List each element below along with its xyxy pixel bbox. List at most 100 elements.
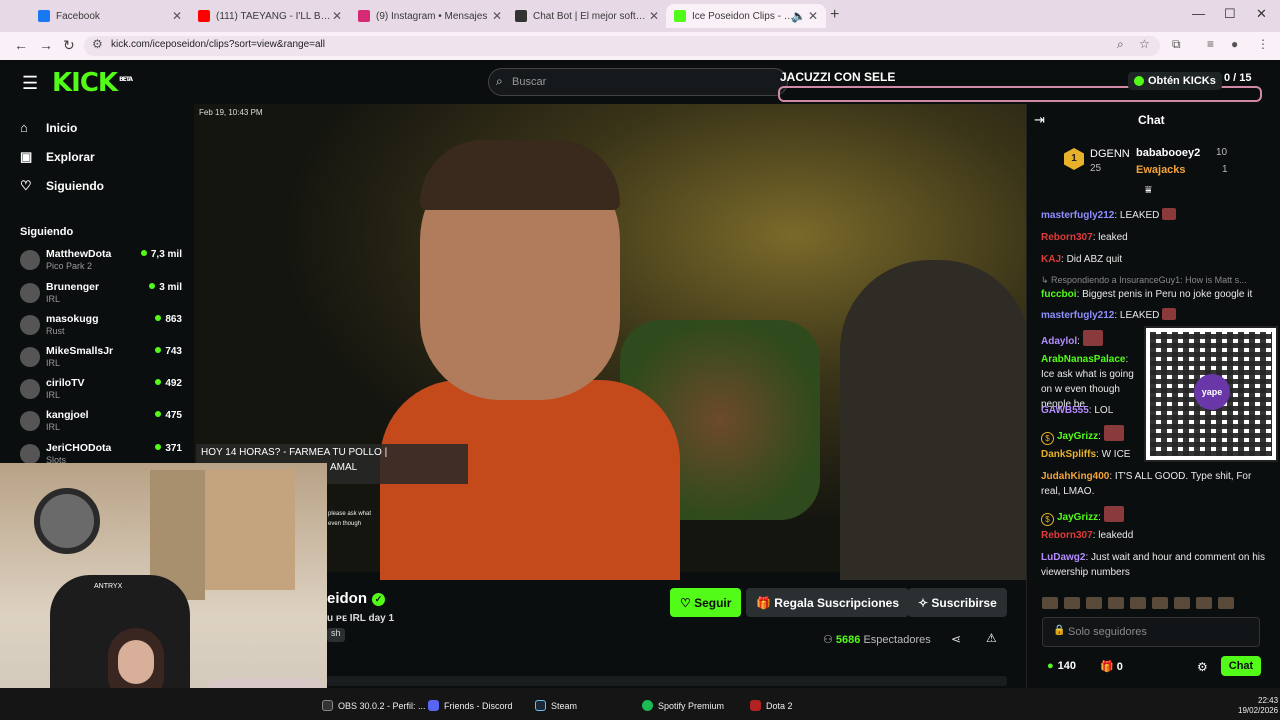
chat-message: Reborn307: leaked (1041, 232, 1128, 243)
share-icon[interactable]: ⋖ (951, 632, 961, 646)
gift-subs-button[interactable]: 🎁 Regala Suscripciones (746, 588, 909, 617)
nav-inicio[interactable]: ⌂ Inicio (20, 120, 77, 135)
new-tab-button[interactable]: + (830, 6, 839, 24)
emote-icon (1108, 597, 1124, 609)
webcam-streamer-face (118, 640, 154, 684)
explore-icon: ▣ (20, 149, 33, 164)
chat-message: JudahKing400: IT'S ALL GOOD. Type shit, … (1041, 471, 1252, 497)
gifter-name[interactable]: Ewajacks (1136, 164, 1186, 176)
search-placeholder[interactable]: Buscar (512, 76, 546, 88)
gifter-name[interactable]: bababooey2 (1136, 147, 1200, 159)
stream-tag[interactable]: sh (327, 628, 345, 642)
taskbar-item-obs[interactable]: OBS 30.0.2 - Perfil: ... (322, 700, 426, 711)
kicks-coin-icon (1134, 76, 1144, 86)
browser-tab-instagram[interactable]: (9) Instagram • Mensajes ✕ (350, 4, 510, 28)
minimize-button[interactable]: — (1192, 6, 1205, 21)
follow-button[interactable]: ♡ Seguir (670, 588, 742, 617)
youtube-icon (198, 10, 210, 22)
report-icon[interactable]: ⚠ (986, 631, 997, 645)
emote-bar[interactable] (1042, 596, 1272, 610)
gift-count[interactable]: 🎁 0 (1100, 660, 1123, 673)
site-info-icon[interactable]: ⚙ (92, 37, 103, 51)
chat-message: LuDawg2: Just wait and hour and comment … (1041, 552, 1265, 578)
chat-settings-icon[interactable]: ⚙ (1197, 660, 1208, 674)
video-timestamp: Feb 19, 10:43 PM (199, 108, 263, 117)
menu-dots-icon[interactable]: ⋮ (1257, 37, 1269, 51)
back-icon[interactable]: ← (14, 37, 28, 53)
emote-icon (1162, 208, 1177, 220)
avatar (20, 444, 40, 464)
url-text[interactable]: kick.com/iceposeidon/clips?sort=view&ran… (111, 39, 325, 50)
video-scene-person (840, 260, 1030, 580)
following-item[interactable]: Brunenger IRL 3 mil (20, 281, 182, 311)
steam-icon (535, 700, 546, 711)
emote-icon (1152, 597, 1168, 609)
top-gifter-name[interactable]: DGENN (1090, 148, 1130, 160)
subscribe-button[interactable]: ✧ Suscribirse (908, 588, 1007, 617)
taskbar-item-steam[interactable]: Steam (535, 700, 577, 711)
extensions-icon[interactable]: ⧉ (1172, 37, 1181, 52)
close-icon[interactable]: ✕ (492, 9, 502, 23)
gift-icon: 🎁 (756, 595, 775, 610)
chatbot-icon (515, 10, 527, 22)
emote-icon (1064, 597, 1080, 609)
star-icon: ✧ (918, 595, 932, 610)
system-clock[interactable]: 22:43 19/02/2026 (1238, 696, 1278, 716)
dota-icon (750, 700, 761, 711)
collapse-chat-icon[interactable]: ⇥ (1034, 112, 1045, 128)
send-chat-button[interactable]: Chat (1221, 656, 1261, 676)
webcam-cabinet (205, 470, 295, 590)
video-subtitle-line1: please ask what (328, 511, 372, 517)
browser-tab-facebook[interactable]: Facebook ✕ (30, 4, 190, 28)
following-item[interactable]: kangjoel IRL 475 (20, 409, 182, 439)
obs-icon (322, 700, 333, 711)
zoom-icon[interactable]: ⌕ (1117, 37, 1124, 52)
taskbar-item-dota[interactable]: Dota 2 (750, 700, 793, 711)
taskbar-item-discord[interactable]: Friends - Discord (428, 700, 513, 711)
heart-icon: ♡ (20, 178, 32, 193)
nav-siguiendo[interactable]: ♡ Siguiendo (20, 178, 104, 194)
browser-tab-kick[interactable]: Ice Poseidon Clips - Watch 🔈 ✕ (666, 4, 826, 28)
webcam-fan (34, 488, 100, 554)
profile-icon[interactable]: ● (1231, 37, 1238, 51)
kick-logo[interactable]: KICK BETA (52, 68, 133, 98)
following-item[interactable]: MatthewDota Pico Park 2 7,3 mil (20, 248, 182, 278)
following-item[interactable]: ciriloTV IRL 492 (20, 377, 182, 407)
emote-icon (1042, 597, 1058, 609)
avatar (20, 379, 40, 399)
forward-icon[interactable]: → (39, 37, 53, 53)
maximize-button[interactable]: ☐ (1224, 6, 1236, 22)
close-icon[interactable]: ✕ (172, 9, 182, 23)
emote-icon (1130, 597, 1146, 609)
chat-filter-icon[interactable]: ⩸ (1145, 184, 1152, 197)
browser-tab-chatbot[interactable]: Chat Bot | El mejor software pa ✕ (507, 4, 667, 28)
following-item[interactable]: MikeSmallsJr IRL 743 (20, 345, 182, 375)
close-icon[interactable]: ✕ (649, 9, 659, 23)
channel-name[interactable]: eidon (327, 590, 367, 607)
kick-icon (674, 10, 686, 22)
gift-icon: 🎁 (1100, 661, 1117, 673)
emote-icon (1082, 330, 1103, 346)
browser-tab-youtube[interactable]: (111) TAEYANG - I'LL BE THERE ✕ (190, 4, 350, 28)
chat-input-placeholder[interactable]: Solo seguidores (1068, 626, 1147, 638)
emote-icon (1174, 597, 1190, 609)
reading-list-icon[interactable]: ≡ (1207, 37, 1214, 51)
nav-explorar[interactable]: ▣ Explorar (20, 149, 95, 165)
close-icon[interactable]: ✕ (808, 9, 818, 23)
bookmark-star-icon[interactable]: ☆ (1139, 37, 1150, 51)
speaker-icon[interactable]: 🔈 (791, 9, 806, 23)
overlay-counter: 0 / 15 (1224, 72, 1252, 84)
get-kicks-button[interactable]: Obtén KICKs (1128, 72, 1222, 90)
search-icon: ⌕ (496, 74, 503, 88)
video-caption-line1: HOY 14 HORAS? - FARMEA TU POLLO | (201, 447, 388, 458)
hamburger-menu-icon[interactable]: ☰ (22, 73, 38, 94)
following-item[interactable]: masokugg Rust 863 (20, 313, 182, 343)
close-icon[interactable]: ✕ (332, 9, 342, 23)
reload-icon[interactable]: ↻ (63, 37, 75, 54)
chat-title: Chat (1138, 113, 1165, 127)
kicks-balance[interactable]: 140 (1047, 660, 1076, 672)
sub-badge-icon: $ (1041, 513, 1054, 526)
chat-message: fuccboi: Biggest penis in Peru no joke g… (1041, 289, 1253, 300)
close-window-button[interactable]: ✕ (1256, 6, 1267, 22)
taskbar-item-spotify[interactable]: Spotify Premium (642, 700, 724, 711)
